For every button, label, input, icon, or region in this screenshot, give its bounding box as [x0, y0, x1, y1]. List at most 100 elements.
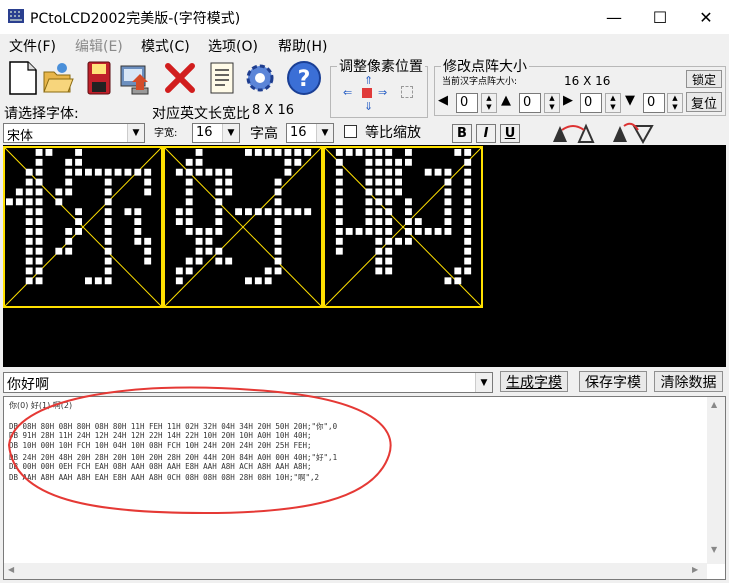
- lcd-pixel: [375, 208, 383, 216]
- lcd-pixel: [464, 149, 472, 156]
- scroll-right-icon[interactable]: ▶: [692, 565, 698, 574]
- spin-left-buttons[interactable]: ▲ ▼: [481, 93, 497, 113]
- spin-down-buttons[interactable]: ▲ ▼: [667, 93, 683, 113]
- lcd-pixel: [235, 208, 242, 216]
- center-icon[interactable]: [362, 88, 372, 98]
- scroll-up-icon[interactable]: ▲: [711, 400, 717, 409]
- vertical-scrollbar[interactable]: ▲ ▼: [707, 397, 725, 564]
- lcd-pixel: [464, 168, 472, 176]
- frame-icon[interactable]: [401, 86, 413, 98]
- lcd-pixel: [385, 228, 393, 235]
- lcd-pixel: [335, 168, 343, 176]
- horizontal-scrollbar[interactable]: ◀ ▶: [4, 563, 707, 579]
- new-file-icon[interactable]: [6, 60, 38, 96]
- lcd-preview[interactable]: [3, 145, 726, 367]
- lcd-pixel: [304, 208, 312, 216]
- lcd-pixel: [464, 198, 472, 206]
- chevron-down-icon[interactable]: ▼: [475, 373, 492, 392]
- spin-right-buttons[interactable]: ▲ ▼: [605, 93, 621, 113]
- lcd-pixel: [254, 208, 262, 216]
- lcd-pixel: [274, 228, 282, 235]
- lcd-pixel: [355, 228, 363, 235]
- settings-gear-icon[interactable]: [244, 60, 276, 96]
- lcd-pixel: [444, 208, 452, 216]
- menu-edit[interactable]: 编辑(E): [75, 36, 123, 56]
- open-folder-icon[interactable]: [42, 60, 74, 96]
- save-disk-icon[interactable]: [82, 60, 114, 96]
- lcd-pixel: [395, 188, 402, 196]
- char-width-select[interactable]: 16 ▼: [192, 123, 240, 143]
- lcd-pixel: [144, 188, 152, 196]
- lcd-pixel: [304, 149, 312, 156]
- keep-ratio-checkbox[interactable]: [344, 125, 357, 138]
- lcd-pixel: [254, 149, 262, 156]
- lock-button[interactable]: 锁定: [686, 70, 722, 88]
- lcd-pixel: [395, 158, 402, 166]
- lcd-pixel: [195, 257, 203, 265]
- generate-button[interactable]: 生成字模: [500, 371, 568, 392]
- lcd-pixel: [215, 208, 223, 216]
- lcd-pixel: [414, 228, 422, 235]
- chevron-down-icon[interactable]: ▼: [222, 124, 239, 142]
- select-font-label: 请选择字体:: [4, 106, 79, 122]
- char-height-select[interactable]: 16 ▼: [286, 123, 334, 143]
- import-image-icon[interactable]: [118, 60, 150, 96]
- lcd-pixel: [175, 218, 183, 225]
- close-button[interactable]: ✕: [683, 0, 729, 34]
- shrink-up-icon[interactable]: ▲: [501, 93, 517, 111]
- rotate-icon[interactable]: [610, 122, 656, 144]
- lcd-pixel: [15, 198, 23, 206]
- shrink-down-icon[interactable]: ▼: [625, 93, 641, 111]
- chevron-down-icon[interactable]: ▼: [127, 124, 144, 142]
- lcd-pixel: [85, 168, 92, 176]
- lcd-pixel: [205, 247, 213, 255]
- shrink-right-icon[interactable]: ▶: [563, 93, 579, 111]
- menu-file[interactable]: 文件(F): [9, 36, 56, 56]
- lcd-pixel: [274, 218, 282, 225]
- lcd-pixel: [395, 237, 402, 245]
- spin-down-value[interactable]: 0: [643, 93, 665, 113]
- maximize-button[interactable]: ☐: [637, 0, 683, 34]
- lcd-pixel: [195, 158, 203, 166]
- lcd-pixel: [25, 178, 33, 186]
- move-left-icon[interactable]: ⇐: [343, 86, 357, 100]
- lcd-pixel: [395, 178, 402, 186]
- bold-button[interactable]: B: [452, 124, 472, 143]
- chevron-down-icon[interactable]: ▼: [316, 124, 333, 142]
- lcd-pixel: [75, 168, 82, 176]
- menu-mode[interactable]: 模式(C): [141, 36, 190, 56]
- spin-up-buttons[interactable]: ▲ ▼: [544, 93, 560, 113]
- shrink-left-icon[interactable]: ◀: [438, 93, 454, 111]
- spin-left-value[interactable]: 0: [456, 93, 478, 113]
- help-icon[interactable]: ?: [286, 60, 322, 96]
- lcd-pixel: [35, 178, 43, 186]
- lcd-pixel: [215, 247, 223, 255]
- italic-button[interactable]: I: [476, 124, 496, 143]
- scroll-left-icon[interactable]: ◀: [8, 565, 14, 574]
- lcd-pixel: [185, 198, 193, 206]
- font-select[interactable]: 宋体 ▼: [3, 123, 145, 144]
- lcd-pixel: [264, 267, 272, 275]
- move-up-icon[interactable]: ⇑: [364, 74, 376, 87]
- underline-button[interactable]: U: [500, 124, 520, 143]
- menu-help[interactable]: 帮助(H): [278, 36, 327, 56]
- keep-ratio-label: 等比缩放: [365, 125, 421, 141]
- move-right-icon[interactable]: ⇒: [378, 86, 392, 100]
- clear-data-button[interactable]: 清除数据: [654, 371, 723, 392]
- notepad-icon[interactable]: [206, 60, 238, 96]
- scroll-down-icon[interactable]: ▼: [711, 545, 717, 554]
- output-textarea[interactable]: 你(0) 好(1) 啊(2) DB 08H 80H 08H 80H 08H 80…: [3, 386, 726, 580]
- lcd-pixel: [464, 247, 472, 255]
- menu-options[interactable]: 选项(O): [208, 36, 258, 56]
- lcd-pixel: [464, 208, 472, 216]
- minimize-button[interactable]: —: [591, 0, 637, 34]
- reset-button[interactable]: 复位: [686, 92, 722, 112]
- save-font-button[interactable]: 保存字模: [579, 371, 647, 392]
- spin-right-value[interactable]: 0: [580, 93, 602, 113]
- delete-x-icon[interactable]: [164, 60, 196, 96]
- lcd-pixel: [75, 208, 82, 216]
- spin-up-value[interactable]: 0: [519, 93, 541, 113]
- flip-horizontal-icon[interactable]: [550, 122, 596, 144]
- lcd-pixel: [35, 277, 43, 285]
- move-down-icon[interactable]: ⇓: [364, 100, 376, 113]
